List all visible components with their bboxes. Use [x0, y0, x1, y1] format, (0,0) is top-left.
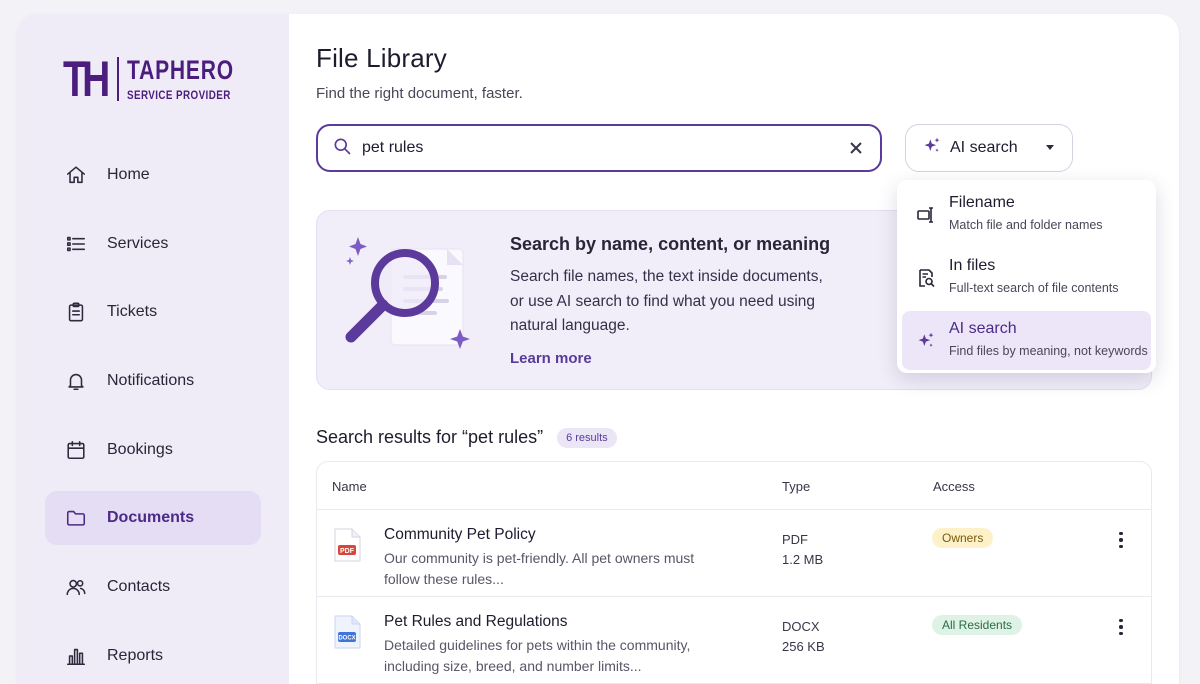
search-icon — [332, 136, 352, 161]
magnifier-illustration — [345, 237, 470, 349]
results-heading: Search results for “pet rules” — [316, 427, 544, 447]
sidebar-item-label: Tickets — [107, 303, 158, 321]
more-options-icon[interactable] — [1113, 617, 1129, 637]
help-card-title: Search by name, content, or meaning — [510, 234, 831, 254]
table-header: Name Type Access — [317, 462, 1151, 510]
column-header-name[interactable]: Name — [332, 479, 367, 494]
calendar-icon — [65, 439, 87, 461]
sidebar-item-label: Documents — [107, 509, 195, 527]
filename-icon — [916, 205, 936, 225]
sidebar-item-label: Services — [107, 234, 169, 252]
file-type: PDF 1.2 MB — [782, 530, 823, 570]
sidebar-item-label: Reports — [107, 646, 164, 664]
search-mode-select[interactable]: AI search — [905, 124, 1073, 172]
svg-text:PDF: PDF — [340, 548, 355, 555]
sidebar-item-label: Notifications — [107, 372, 195, 390]
file-name[interactable]: Pet Rules and Regulations — [384, 613, 568, 631]
svg-text:DOCX: DOCX — [338, 636, 355, 642]
results-header: Search results for “pet rules” 6 results — [316, 427, 617, 448]
option-description: Full-text search of file contents — [949, 281, 1119, 295]
brand-logo[interactable]: TH TAPHERO SERVICE PROVIDER — [63, 54, 264, 104]
logo-mark: TH — [63, 51, 110, 107]
file-description: Detailed guidelines for pets within the … — [384, 637, 691, 674]
logo-divider — [117, 57, 119, 101]
sidebar-item-services[interactable]: Services — [45, 217, 261, 271]
file-type: DOCX 256 KB — [782, 617, 825, 657]
file-description: Our community is pet-friendly. All pet o… — [384, 550, 695, 587]
page-subtitle: Find the right document, faster. — [316, 85, 523, 102]
option-description: Match file and folder names — [949, 218, 1103, 232]
sidebar: TH TAPHERO SERVICE PROVIDER Home Service… — [17, 14, 289, 684]
search-mode-menu: Filename Match file and folder names In … — [897, 180, 1156, 373]
option-title: AI search — [949, 320, 1017, 337]
menu-option-in-files[interactable]: In files Full-text search of file conten… — [902, 248, 1151, 307]
column-header-access[interactable]: Access — [933, 479, 975, 494]
home-icon — [65, 164, 87, 186]
bell-icon — [65, 370, 87, 392]
menu-option-ai-search[interactable]: AI search Find files by meaning, not key… — [902, 311, 1151, 370]
results-table: Name Type Access PDF Community Pet Polic… — [316, 461, 1152, 684]
file-type-label: PDF — [782, 532, 808, 547]
search-box[interactable] — [316, 124, 882, 172]
text-search-icon — [916, 268, 936, 288]
sidebar-item-label: Home — [107, 166, 150, 183]
folder-icon — [65, 507, 87, 529]
menu-option-filename[interactable]: Filename Match file and folder names — [902, 185, 1151, 244]
sidebar-item-bookings[interactable]: Bookings — [45, 423, 261, 477]
sidebar-item-documents[interactable]: Documents — [45, 491, 261, 546]
list-icon — [65, 233, 87, 255]
option-title: Filename — [949, 194, 1015, 211]
file-name[interactable]: Community Pet Policy — [384, 526, 536, 544]
file-size: 1.2 MB — [782, 552, 824, 567]
option-title: In files — [949, 257, 996, 274]
clipboard-icon — [65, 301, 87, 323]
search-mode-label: AI search — [950, 139, 1018, 156]
option-description: Find files by meaning, not keywords — [949, 344, 1148, 358]
file-type-label: DOCX — [782, 619, 820, 634]
sparkle-icon — [916, 331, 936, 351]
access-badge: All Residents — [932, 615, 1023, 635]
table-row[interactable]: DOCX Pet Rules and Regulations Detailed … — [317, 597, 1151, 684]
clear-search-icon[interactable] — [846, 138, 866, 158]
sparkle-icon — [922, 136, 942, 161]
help-card-body: Search file names, the text inside docum… — [510, 268, 823, 334]
sidebar-item-home[interactable]: Home — [45, 148, 261, 202]
chevron-down-icon — [1046, 145, 1054, 150]
sidebar-item-label: Contacts — [107, 578, 171, 596]
more-options-icon[interactable] — [1113, 530, 1129, 550]
sidebar-item-reports[interactable]: Reports — [45, 629, 261, 683]
sidebar-item-notifications[interactable]: Notifications — [45, 354, 261, 408]
docx-file-icon: DOCX — [334, 615, 361, 649]
sidebar-nav: Home Services Tickets Notifications Book… — [45, 148, 261, 684]
table-row[interactable]: PDF Community Pet Policy Our community i… — [317, 510, 1151, 597]
sidebar-item-tickets[interactable]: Tickets — [45, 285, 261, 339]
results-count-badge: 6 results — [557, 427, 617, 448]
pdf-file-icon: PDF — [334, 528, 361, 562]
sidebar-item-label: Bookings — [107, 440, 173, 458]
bar-chart-icon — [65, 645, 87, 667]
file-size: 256 KB — [782, 639, 825, 654]
brand-name: TAPHERO — [127, 54, 234, 85]
column-header-type[interactable]: Type — [782, 479, 810, 494]
learn-more-link[interactable]: Learn more — [510, 350, 592, 367]
page-title: File Library — [316, 43, 447, 73]
users-icon — [65, 576, 87, 598]
brand-tagline: SERVICE PROVIDER — [127, 87, 231, 102]
sidebar-item-contacts[interactable]: Contacts — [45, 560, 261, 614]
search-input[interactable] — [362, 139, 832, 157]
access-badge: Owners — [932, 528, 994, 548]
